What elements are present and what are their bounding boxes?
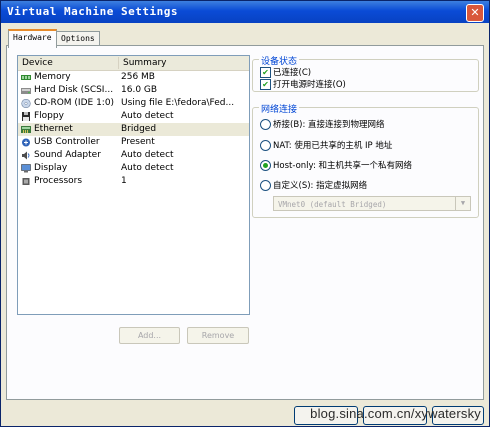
device-name: Display (34, 163, 68, 173)
chevron-down-icon: ▼ (455, 197, 470, 210)
close-button[interactable]: ✕ (466, 4, 484, 22)
connect-at-power-on-label[interactable]: 打开电源时连接(O) (273, 78, 346, 90)
connect-at-power-on-checkbox[interactable]: ✔ (260, 79, 271, 90)
device-row-cdrom[interactable]: CD-ROM (IDE 1:0) Using file E:\fedora\Fe… (18, 97, 249, 110)
network-connection-title: 网络连接 (259, 102, 300, 115)
device-summary: 1 (121, 176, 127, 186)
settings-window: Virtual Machine Settings ✕ Hardware Opti… (0, 0, 490, 427)
watermark: blog.sina.com.cn/xywatersky (310, 406, 481, 421)
tab-hardware[interactable]: Hardware (8, 29, 57, 48)
device-list-header: Device Summary (18, 56, 249, 71)
host-only-radio[interactable] (260, 160, 271, 171)
device-summary: 256 MB (121, 72, 155, 82)
nat-label[interactable]: NAT: 使用已共享的主机 IP 地址 (273, 139, 392, 151)
host-only-label[interactable]: Host-only: 和主机共享一个私有网络 (273, 159, 412, 171)
remove-device-button[interactable]: Remove (187, 327, 249, 344)
device-name: Floppy (34, 111, 64, 121)
device-summary: Auto detect (121, 150, 174, 160)
network-connection-group: 网络连接 桥接(B): 直接连接到物理网络 NAT: 使用已共享的主机 IP 地… (252, 102, 479, 218)
device-row-usb[interactable]: USB Controller Present (18, 136, 249, 149)
vmnet-select[interactable]: VMnet0 (default Bridged) ▼ (273, 196, 471, 211)
cdrom-icon (21, 99, 31, 108)
memory-icon (21, 75, 31, 80)
device-name: Hard Disk (SCSI... (34, 85, 114, 95)
custom-label[interactable]: 自定义(S): 指定虚拟网络 (273, 179, 367, 191)
device-name: USB Controller (34, 137, 100, 147)
hardware-panel: Device Summary Memory 256 MB Hard Disk (… (6, 45, 484, 400)
close-icon: ✕ (470, 6, 480, 19)
title-bar[interactable]: Virtual Machine Settings ✕ (1, 1, 489, 23)
sound-icon (22, 151, 30, 160)
connected-label[interactable]: 已连接(C) (273, 66, 311, 78)
device-summary: Auto detect (121, 163, 174, 173)
check-icon: ✔ (262, 80, 269, 89)
floppy-icon (22, 112, 30, 121)
nat-radio[interactable] (260, 140, 271, 151)
device-name: CD-ROM (IDE 1:0) (34, 98, 115, 108)
check-icon: ✔ (262, 68, 269, 77)
device-row-hard-disk[interactable]: Hard Disk (SCSI... 16.0 GB (18, 84, 249, 97)
device-summary: Using file E:\fedora\Fed... (121, 98, 235, 108)
ethernet-icon (21, 126, 31, 133)
device-name: Memory (34, 72, 71, 82)
hard-disk-icon (21, 88, 31, 94)
device-name: Processors (34, 176, 83, 186)
column-header-device[interactable]: Device (18, 57, 119, 69)
device-row-ethernet[interactable]: Ethernet Bridged (18, 123, 249, 136)
usb-icon (22, 138, 30, 147)
connected-checkbox[interactable]: ✔ (260, 67, 271, 78)
device-name: Sound Adapter (34, 150, 101, 160)
device-name: Ethernet (34, 124, 73, 134)
device-summary: 16.0 GB (121, 85, 158, 95)
device-status-group: 设备状态 ✔ 已连接(C) ✔ 打开电源时连接(O) (252, 54, 479, 92)
device-summary: Auto detect (121, 111, 174, 121)
display-icon (21, 164, 31, 173)
window-title: Virtual Machine Settings (7, 5, 178, 18)
radio-selected-dot (263, 163, 268, 168)
tab-options[interactable]: Options (56, 31, 100, 46)
device-row-memory[interactable]: Memory 256 MB (18, 71, 249, 84)
bridged-radio[interactable] (260, 119, 271, 130)
device-row-floppy[interactable]: Floppy Auto detect (18, 110, 249, 123)
custom-radio[interactable] (260, 180, 271, 191)
processor-icon (22, 178, 30, 185)
device-summary: Bridged (121, 124, 157, 134)
bridged-label[interactable]: 桥接(B): 直接连接到物理网络 (273, 118, 385, 130)
add-device-button[interactable]: Add... (119, 327, 180, 344)
device-row-sound[interactable]: Sound Adapter Auto detect (18, 149, 249, 162)
device-row-display[interactable]: Display Auto detect (18, 162, 249, 175)
column-header-summary[interactable]: Summary (119, 57, 247, 69)
vmnet-select-value: VMnet0 (default Bridged) (278, 200, 387, 209)
device-row-processors[interactable]: Processors 1 (18, 175, 249, 188)
device-summary: Present (121, 137, 155, 147)
device-list[interactable]: Device Summary Memory 256 MB Hard Disk (… (17, 55, 250, 315)
